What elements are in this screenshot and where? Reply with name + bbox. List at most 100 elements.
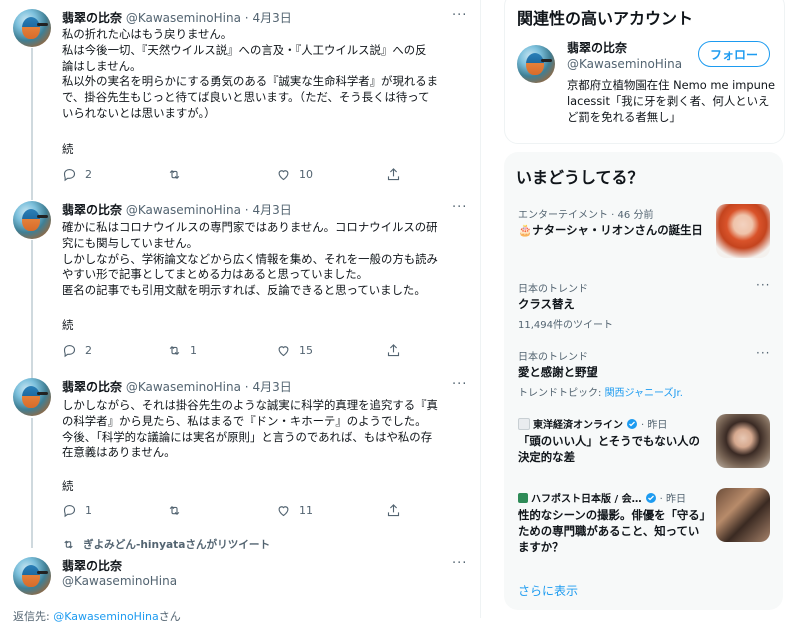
retweet-icon [169, 345, 180, 356]
reply-to-suffix: さん [158, 610, 181, 623]
trend-title: クラス替え [518, 297, 575, 311]
tweet-line: やすい形で記事としてまとめる力はあると思っていました。 [62, 267, 369, 282]
tweet-text: しかしながら、それは掛谷先生のような誠実に科学的真理を追究する『真 の科学者』か… [62, 398, 472, 461]
trend-item[interactable]: 日本のトレンド ··· クラス替え 11,494件のツイート [504, 270, 783, 338]
tweet-date[interactable]: 4月3日 [252, 380, 291, 394]
separator-dot: · [244, 11, 249, 25]
trend-item[interactable]: 東洋経済オンライン · 昨日 「頭のいい人」とそうでもない人の決定的な差 [504, 406, 783, 480]
tweet-date[interactable]: 4月3日 [252, 203, 291, 217]
trend-item[interactable]: エンターテイメント · 46 分前 🎂ナターシャ・リオンさんの誕生日 [504, 196, 783, 266]
share-icon [387, 168, 400, 181]
reply-button[interactable]: 2 [62, 167, 92, 182]
relevant-accounts-title: 関連性の高いアカウント [517, 9, 694, 28]
tweet-line: 匿名の記事でも引用文献を明示すれば、反論できると思っていました。 [62, 283, 426, 298]
like-button[interactable]: 11 [276, 503, 313, 518]
share-button[interactable] [386, 343, 401, 358]
more-options-icon[interactable]: ··· [756, 346, 770, 360]
separator-dot: · [244, 203, 249, 217]
avatar[interactable] [13, 9, 51, 47]
author-name[interactable]: 翡翠の比奈 [62, 203, 122, 217]
reply-count: 1 [85, 504, 92, 517]
reply-count: 2 [85, 344, 92, 357]
continued-marker: 続 [62, 142, 74, 156]
trend-topic-label: トレンドトピック: [518, 388, 605, 399]
tweet[interactable]: 翡翠の比奈 @KawaseminoHina · 4月3日 ··· しかしながら、… [0, 368, 480, 533]
like-count: 10 [299, 168, 313, 181]
continued-marker: 続 [62, 479, 74, 493]
author-handle[interactable]: @KawaseminoHina [126, 203, 241, 217]
avatar[interactable] [13, 557, 51, 595]
tweet-line: しかしながら、学術論文などから広く情報を集め、それを一般の方も読み [62, 251, 438, 266]
like-button[interactable]: 15 [276, 343, 313, 358]
share-button[interactable] [386, 503, 401, 518]
tweet-date[interactable]: 4月3日 [252, 11, 291, 25]
tweet-actions: 1 11 [62, 503, 422, 519]
trend-thumbnail [716, 414, 770, 468]
news-source-icon [518, 417, 530, 430]
reply-icon [63, 344, 76, 358]
author-handle[interactable]: @KawaseminoHina [126, 11, 241, 25]
heart-icon [278, 506, 289, 517]
like-count: 11 [299, 504, 313, 517]
avatar[interactable] [13, 378, 51, 416]
retweet-icon [169, 505, 180, 516]
author-name[interactable]: 翡翠の比奈 [62, 559, 122, 573]
reply-to-link[interactable]: @KawaseminoHina [53, 610, 159, 623]
tweet-line: 私の折れた心はもう戻りません。 [62, 27, 233, 41]
news-source-icon [518, 492, 528, 503]
trend-title: 愛と感謝と野望 [518, 365, 598, 379]
more-options-icon[interactable]: ··· [452, 377, 467, 392]
reply-to: 返信先: @KawaseminoHinaさん [13, 608, 181, 624]
retweet-button[interactable]: 1 [167, 343, 197, 358]
author-name[interactable]: 翡翠の比奈 [62, 380, 122, 394]
follow-button[interactable]: フォロー [698, 41, 770, 67]
account-bio: 京都府立植物園在住 Nemo me impune lacessit「我に牙を剥く… [567, 78, 776, 124]
author-name[interactable]: 翡翠の比奈 [62, 11, 122, 25]
trend-title: 🎂ナターシャ・リオンさんの誕生日 [518, 223, 703, 237]
trends-title: いまどうしてる？ [516, 168, 644, 187]
author-handle[interactable]: @KawaseminoHina [126, 380, 241, 394]
retweeted-by[interactable]: ぎよみどん-hinyataさんがリツイート [62, 537, 270, 552]
avatar[interactable] [517, 45, 555, 83]
tweet-line: しかしながら、それは掛谷先生のような誠実に科学的真理を追究する『真 [62, 398, 438, 412]
news-source: ハフポスト日本版 / 会… [531, 494, 642, 505]
account-handle[interactable]: @KawaseminoHina [567, 57, 682, 71]
tweet[interactable]: 翡翠の比奈 @KawaseminoHina · 4月3日 ··· 確かに私はコロ… [0, 190, 480, 368]
trend-item[interactable]: 日本のトレンド ··· 愛と感謝と野望 トレンドトピック: 関西ジャニーズJr. [504, 338, 783, 406]
account-name[interactable]: 翡翠の比奈 [567, 39, 627, 56]
more-options-icon[interactable]: ··· [452, 8, 467, 23]
tweet-line: で、掛谷先生もじっと待てば良いと思います。（ただ、そう長くは待って [62, 90, 430, 105]
trend-topic-link[interactable]: 関西ジャニーズJr. [605, 388, 683, 399]
trend-title: 「頭のいい人」とそうでもない人の決定的な差 [518, 434, 700, 464]
show-more-link[interactable]: さらに表示 [518, 582, 578, 599]
trend-title: 性的なシーンの撮影。俳優を「守る」ための専門職があること、知っていますか？ [518, 508, 706, 554]
tweet[interactable]: 翡翠の比奈 @KawaseminoHina · 4月3日 ··· 私の折れた心は… [0, 0, 480, 190]
retweet-button[interactable] [167, 503, 190, 518]
trend-item[interactable]: ハフポスト日本版 / 会… · 昨日 性的なシーンの撮影。俳優を「守る」ための専… [504, 480, 783, 570]
retweet-icon [169, 169, 180, 180]
verified-badge-icon [645, 492, 656, 503]
share-icon [387, 344, 400, 357]
author-handle[interactable]: @KawaseminoHina [62, 574, 177, 588]
reply-button[interactable]: 2 [62, 343, 92, 358]
trend-meta: ハフポスト日本版 / 会… · 昨日 [518, 490, 686, 505]
trend-topic: トレンドトピック: 関西ジャニーズJr. [518, 384, 683, 399]
more-options-icon[interactable]: ··· [452, 200, 467, 215]
more-options-icon[interactable]: ··· [452, 556, 467, 571]
trend-meta: 日本のトレンド [518, 352, 588, 363]
trend-meta: 東洋経済オンライン · 昨日 [518, 416, 667, 431]
retweet-button[interactable] [167, 167, 190, 182]
like-button[interactable]: 10 [276, 167, 313, 182]
tweet-line: いられないとは思いますが。） [62, 105, 216, 120]
tweet-text: 私の折れた心はもう戻りません。 私は今後一切、『天然ウイルス説』への言及・『人工… [62, 27, 472, 122]
tweet-header: 翡翠の比奈 @KawaseminoHina · 4月3日 [62, 378, 292, 395]
tweet-line: 論はしません。 [62, 58, 142, 73]
tweet-line: 究にも関与していません。 [62, 235, 199, 250]
news-time: · 昨日 [659, 494, 686, 505]
reply-count: 2 [85, 168, 92, 181]
more-options-icon[interactable]: ··· [756, 278, 770, 292]
reply-icon [63, 504, 76, 518]
avatar[interactable] [13, 201, 51, 239]
share-button[interactable] [386, 167, 401, 182]
reply-button[interactable]: 1 [62, 503, 92, 518]
